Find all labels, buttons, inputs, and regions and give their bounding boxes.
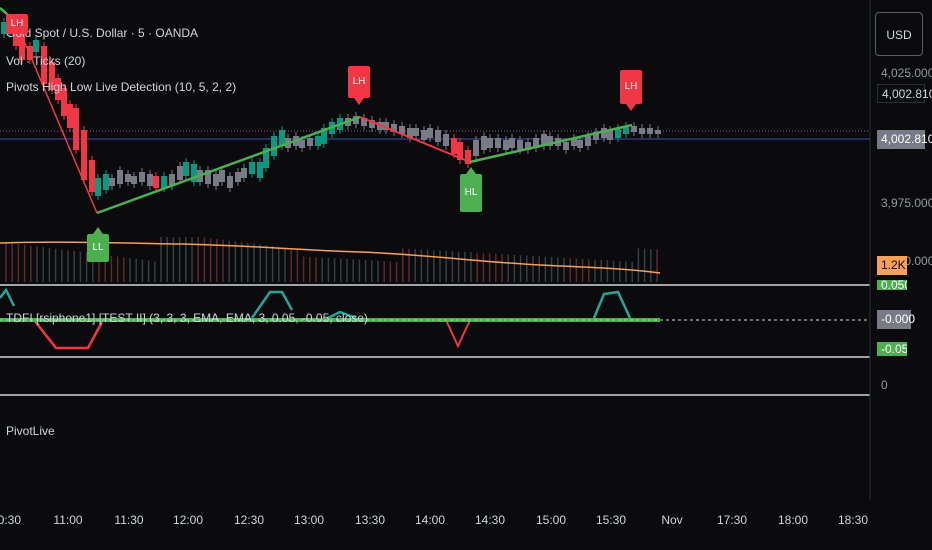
time-label-1100: 11:00 [53,513,83,527]
candle-body [481,136,487,150]
candle-body [473,140,479,156]
candle-body [139,172,145,182]
tdfi-mid-tag: -0.000 [877,310,915,329]
time-label-1230: 12:30 [233,513,265,527]
zigzag-line [469,123,633,164]
time-label-1030: 10:30 [0,513,22,527]
candle-body [435,130,441,142]
candle-body [427,128,433,138]
candle-body [495,138,501,148]
pivot-marker-lh-2: LH [348,66,370,98]
candle-body [183,162,189,176]
candle-body [235,172,241,182]
symbol-title[interactable]: Gold Spot / U.S. Dollar · 5 · OANDA [6,26,198,40]
candle-body [89,160,95,192]
pivot-pointer [466,167,476,174]
candle-body [33,40,39,52]
candle-body [117,170,123,184]
candle-body [307,138,313,146]
candle-body [577,140,583,148]
candle-body [249,162,255,174]
candle-body [177,166,183,180]
pivot-pointer [93,227,103,234]
candle-body [655,130,661,134]
time-label-1430: 14:30 [474,513,506,527]
candle-body [487,138,493,148]
candle-body [503,140,509,150]
candle-body [639,128,645,134]
pivot-marker-lh-1: LH [6,14,28,34]
pivot-pointer [354,98,364,105]
candle-body [153,176,159,188]
candle-body [517,140,523,150]
time-label-1800: 18:00 [777,513,809,527]
candle-body [147,174,153,186]
candle-body [647,128,653,134]
pivot-marker-lh-3: LH [620,70,642,104]
candle-body [585,136,591,146]
price-tag-current: 4,002.810 [877,130,932,149]
tdfi-line [0,287,16,307]
pivots-indicator-legend[interactable]: Pivots High Low Live Detection (10, 5, 2… [6,80,236,94]
candle-body [315,136,321,146]
price-label-top: 4,025.000 [881,66,932,80]
time-label-1530: 15:30 [595,513,627,527]
candle-body [131,176,137,184]
pivotlive-zero-label: 0 [881,378,888,392]
currency-button[interactable]: USD [875,12,923,56]
candle-body [95,178,101,196]
candle-body [227,176,233,188]
tdfi-line [445,319,471,349]
time-label-1130: 11:30 [114,513,144,527]
time-label-1730: 17:30 [716,513,748,527]
tdfi-indicator-legend[interactable]: TDFI [rsiphone1] [TEST II] (3, 3, 3, EMA… [6,311,368,325]
candle-body [421,130,427,140]
time-label-1500: 15:00 [535,513,567,527]
time-label-1830: 18:30 [837,513,869,527]
candle-body [125,174,131,182]
pivotlive-indicator-legend[interactable]: PivotLive [6,424,55,438]
pivot-pointer [626,104,636,111]
candle-body [81,130,87,180]
candle-body [219,170,225,182]
candle-body [241,168,247,178]
tdfi-upper-tag: 0.050 [877,280,907,290]
candle-body [413,128,419,136]
candle-body [299,140,305,148]
candle-body [509,138,515,148]
zigzag-line [15,21,98,214]
tdfi-line [592,290,632,319]
candle-body [67,104,73,128]
candle-body [103,174,109,190]
candle-body [73,108,79,150]
tdfi-lower-tag: -0.050 [877,342,907,356]
price-label-3975: 3,975.000 [881,196,932,210]
candle-body [271,136,277,156]
volume-tag: 1.2K [877,256,907,275]
time-label-1330: 13:30 [354,513,386,527]
time-label-1400: 14:00 [414,513,446,527]
pivot-marker-ll: LL [87,234,109,262]
candle-body [161,176,167,188]
vol-indicator-legend[interactable]: Vol · Ticks (20) [6,54,85,68]
candle-body [563,142,569,150]
chart-window: { "symbol_title": "Gold Spot / U.S. Doll… [0,0,932,550]
time-label-1300: 13:00 [293,513,325,527]
candle-body [631,126,637,132]
time-label-1200: 12:00 [172,513,204,527]
candle-body [213,174,219,186]
candle-body [109,178,115,186]
price-tag-upper: 4,002.810 [877,84,932,103]
candle-body [451,138,457,154]
candle-body [257,162,263,178]
time-label-nov: Nov [661,513,683,527]
pivot-marker-hl: HL [460,174,482,212]
candle-body [443,134,449,146]
